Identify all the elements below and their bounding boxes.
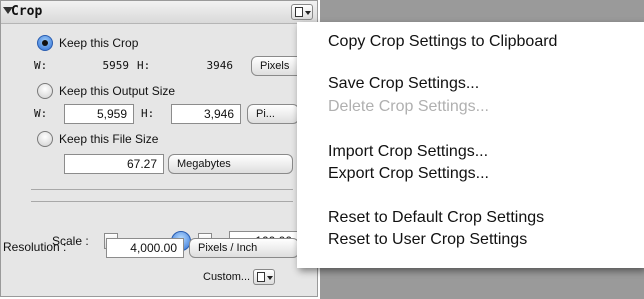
resolution-label: Resolution : (3, 240, 67, 254)
panel-title: Crop (11, 4, 43, 19)
resolution-field[interactable]: 4,000.00 (106, 238, 184, 258)
custom-menu-button[interactable] (253, 269, 275, 285)
output-width-field[interactable]: 5,959 (64, 104, 134, 124)
output-height-label: H: (141, 107, 155, 120)
crop-panel: Crop Keep this Crop W: 5959 H: 3946 Pixe… (0, 0, 318, 297)
section-divider (31, 201, 293, 202)
menu-item-export-settings[interactable]: Export Crop Settings... (328, 165, 489, 183)
keep-file-size-label: Keep this File Size (59, 132, 159, 146)
menu-item-copy-to-clipboard[interactable]: Copy Crop Settings to Clipboard (328, 33, 557, 51)
output-height-field[interactable]: 3,946 (171, 104, 241, 124)
document-icon (295, 7, 303, 17)
crop-panel-header[interactable]: Crop (1, 1, 317, 24)
crop-settings-menu: Copy Crop Settings to Clipboard Save Cro… (297, 22, 644, 268)
menu-item-save-settings[interactable]: Save Crop Settings... (328, 75, 479, 93)
crop-width-value: 5959 (102, 59, 130, 72)
keep-output-radio[interactable] (37, 83, 53, 99)
menu-item-import-settings[interactable]: Import Crop Settings... (328, 143, 488, 161)
menu-item-reset-user[interactable]: Reset to User Crop Settings (328, 231, 527, 249)
document-icon (257, 272, 265, 282)
menu-item-reset-default[interactable]: Reset to Default Crop Settings (328, 209, 544, 227)
dropdown-arrow-icon (267, 276, 273, 280)
keep-file-size-radio[interactable] (37, 131, 53, 147)
menu-item-delete-settings: Delete Crop Settings... (328, 98, 489, 115)
output-units-select[interactable]: Pi... (247, 104, 299, 124)
custom-label: Custom... (203, 271, 251, 283)
keep-crop-label: Keep this Crop (59, 36, 139, 50)
keep-crop-radio[interactable] (37, 35, 53, 51)
resolution-units-select[interactable]: Pixels / Inch (189, 238, 299, 258)
crop-height-label: H: (137, 59, 151, 72)
keep-output-label: Keep this Output Size (59, 84, 176, 98)
panel-menu-button[interactable] (291, 4, 313, 20)
dropdown-arrow-icon (305, 11, 311, 15)
output-width-label: W: (34, 107, 48, 120)
section-divider (31, 189, 293, 190)
file-size-units-select[interactable]: Megabytes (168, 154, 293, 174)
file-size-field[interactable]: 67.27 (64, 154, 164, 174)
crop-height-value: 3946 (206, 59, 234, 72)
crop-width-label: W: (34, 59, 48, 72)
